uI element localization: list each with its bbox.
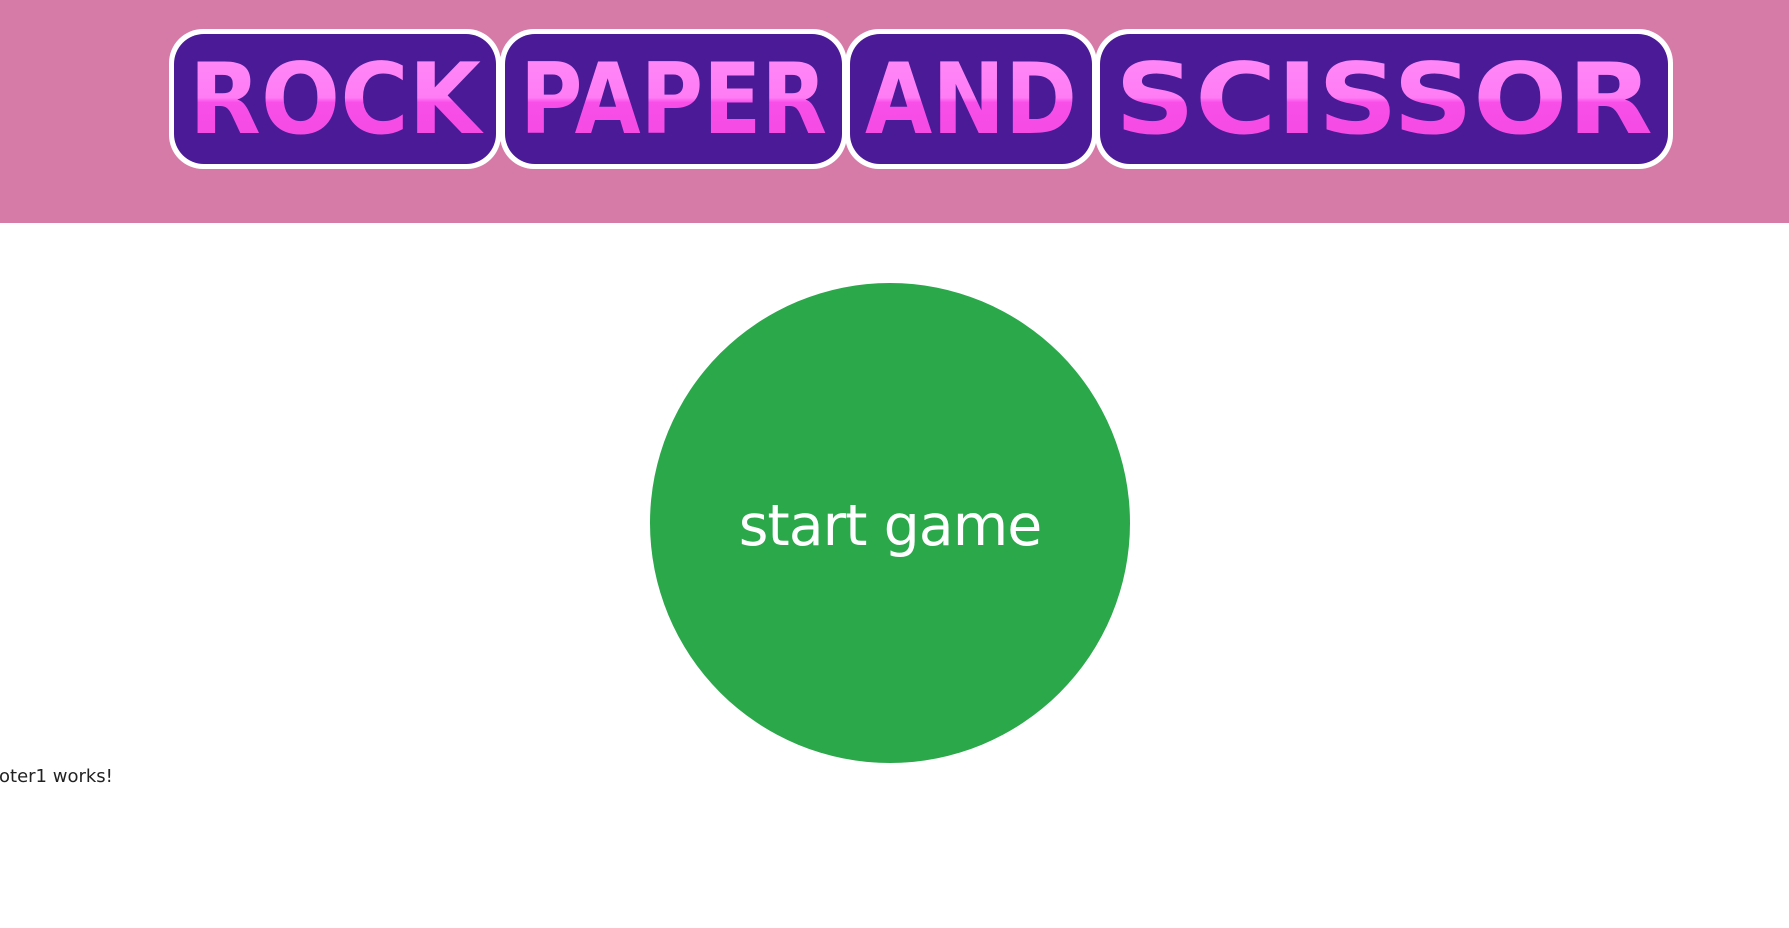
app-header: ROCK PAPER AND SCISSOR — [0, 0, 1789, 223]
logo-word: PAPER — [520, 43, 827, 157]
game-title-logo-graphic: ROCK PAPER AND SCISSOR — [169, 29, 1673, 169]
game-title-logo: ROCK PAPER AND SCISSOR — [168, 28, 1673, 170]
logo-word: ROCK — [189, 43, 484, 157]
logo-word: AND — [865, 43, 1077, 157]
start-game-button[interactable]: start game — [650, 283, 1130, 763]
footer-status-text: ooter1 works! — [0, 766, 113, 787]
start-game-label: start game — [738, 492, 1043, 559]
logo-word: SCISSOR — [1115, 43, 1653, 157]
